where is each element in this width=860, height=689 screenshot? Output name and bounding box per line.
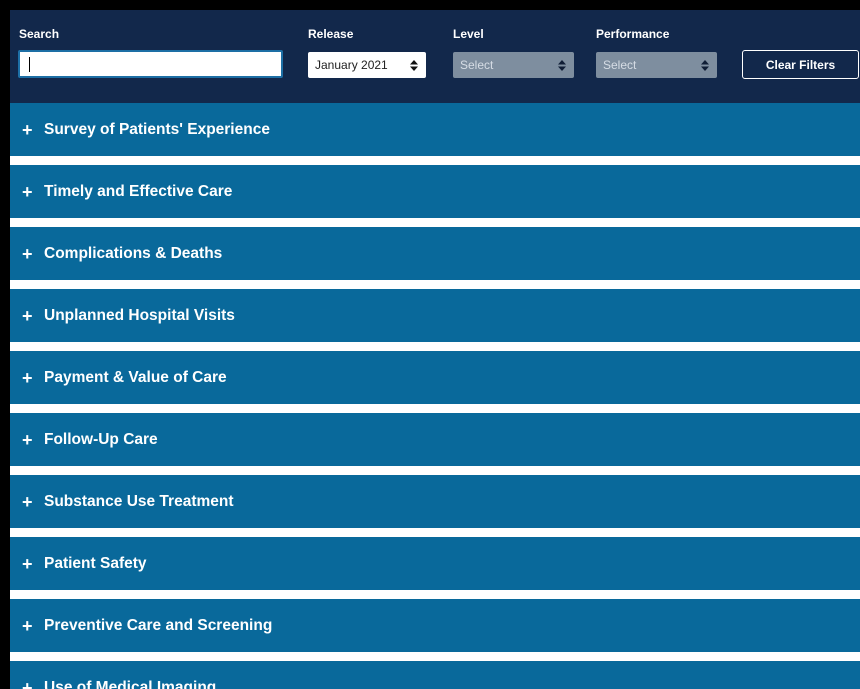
page-frame: Search Release January 2021 Level Select… [0,0,860,689]
search-input[interactable] [18,50,283,78]
level-select-value: Select [460,58,494,72]
section-label: Unplanned Hospital Visits [44,306,235,324]
plus-icon: + [22,367,33,388]
accordion-section-use-of-medical-imaging[interactable]: + Use of Medical Imaging [10,661,860,689]
section-label: Patient Safety [44,554,147,572]
plus-icon: + [22,429,33,450]
plus-icon: + [22,119,33,140]
filter-bar: Search Release January 2021 Level Select… [10,10,860,103]
accordion-section-survey-of-patients-experience[interactable]: + Survey of Patients' Experience [10,103,860,156]
level-select[interactable]: Select [453,52,574,78]
section-label: Survey of Patients' Experience [44,120,270,138]
accordion-section-follow-up-care[interactable]: + Follow-Up Care [10,413,860,466]
plus-icon: + [22,615,33,636]
plus-icon: + [22,553,33,574]
release-label: Release [308,27,354,41]
accordion-section-preventive-care-and-screening[interactable]: + Preventive Care and Screening [10,599,860,652]
accordion-section-substance-use-treatment[interactable]: + Substance Use Treatment [10,475,860,528]
plus-icon: + [22,491,33,512]
performance-select[interactable]: Select [596,52,717,78]
section-label: Timely and Effective Care [44,182,233,200]
section-label: Substance Use Treatment [44,492,234,510]
accordion-section-timely-and-effective-care[interactable]: + Timely and Effective Care [10,165,860,218]
plus-icon: + [22,243,33,264]
clear-filters-button[interactable]: Clear Filters [742,50,859,79]
plus-icon: + [22,181,33,202]
sort-arrows-icon [558,52,566,78]
plus-icon: + [22,677,33,689]
sort-arrows-icon [410,52,418,78]
release-select[interactable]: January 2021 [308,52,426,78]
section-label: Payment & Value of Care [44,368,227,386]
sort-arrows-icon [701,52,709,78]
release-select-value: January 2021 [315,58,388,72]
performance-select-value: Select [603,58,637,72]
section-label: Follow-Up Care [44,430,158,448]
plus-icon: + [22,305,33,326]
level-label: Level [453,27,484,41]
search-label: Search [19,27,60,41]
text-cursor [29,57,30,72]
performance-label: Performance [596,27,670,41]
accordion-section-patient-safety[interactable]: + Patient Safety [10,537,860,590]
accordion-section-complications-deaths[interactable]: + Complications & Deaths [10,227,860,280]
accordion-section-unplanned-hospital-visits[interactable]: + Unplanned Hospital Visits [10,289,860,342]
section-label: Use of Medical Imaging [44,678,217,689]
measure-category-accordion: + Survey of Patients' Experience + Timel… [10,103,860,689]
accordion-section-payment-value-of-care[interactable]: + Payment & Value of Care [10,351,860,404]
section-label: Complications & Deaths [44,244,223,262]
section-label: Preventive Care and Screening [44,616,273,634]
